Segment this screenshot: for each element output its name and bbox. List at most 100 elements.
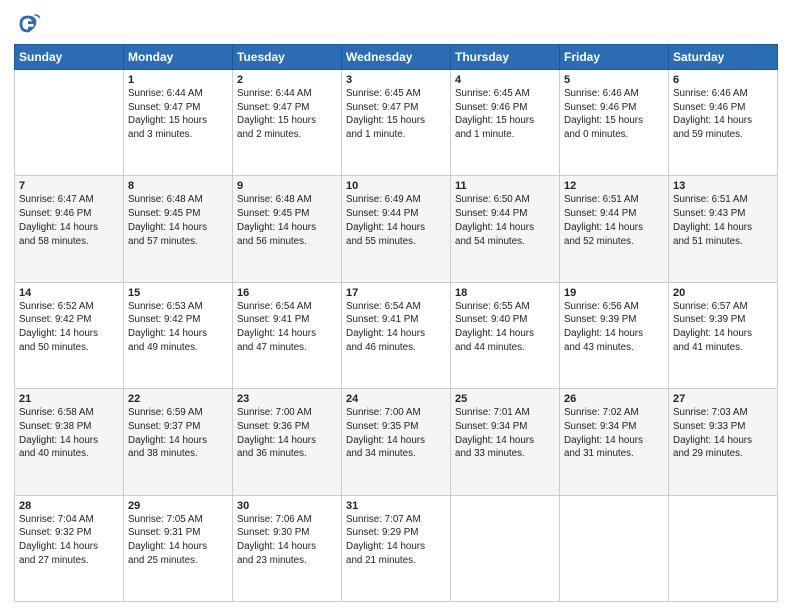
day-info: Sunrise: 6:53 AM Sunset: 9:42 PM Dayligh… [128,300,228,355]
day-info: Sunrise: 7:01 AM Sunset: 9:34 PM Dayligh… [455,406,555,461]
calendar-cell: 31Sunrise: 7:07 AM Sunset: 9:29 PM Dayli… [342,495,451,601]
day-number: 21 [19,393,119,405]
calendar-cell: 27Sunrise: 7:03 AM Sunset: 9:33 PM Dayli… [669,389,778,495]
calendar-cell: 19Sunrise: 6:56 AM Sunset: 9:39 PM Dayli… [560,282,669,388]
calendar-cell: 6Sunrise: 6:46 AM Sunset: 9:46 PM Daylig… [669,70,778,176]
calendar-table: SundayMondayTuesdayWednesdayThursdayFrid… [14,44,778,602]
day-info: Sunrise: 7:00 AM Sunset: 9:36 PM Dayligh… [237,406,337,461]
weekday-header: Wednesday [342,45,451,70]
weekday-header: Monday [124,45,233,70]
calendar-week-row: 28Sunrise: 7:04 AM Sunset: 9:32 PM Dayli… [15,495,778,601]
day-info: Sunrise: 6:54 AM Sunset: 9:41 PM Dayligh… [237,300,337,355]
day-info: Sunrise: 7:07 AM Sunset: 9:29 PM Dayligh… [346,513,446,568]
day-info: Sunrise: 6:59 AM Sunset: 9:37 PM Dayligh… [128,406,228,461]
calendar-cell: 2Sunrise: 6:44 AM Sunset: 9:47 PM Daylig… [233,70,342,176]
weekday-header: Tuesday [233,45,342,70]
day-info: Sunrise: 6:46 AM Sunset: 9:46 PM Dayligh… [673,87,773,142]
calendar-week-row: 14Sunrise: 6:52 AM Sunset: 9:42 PM Dayli… [15,282,778,388]
day-info: Sunrise: 6:57 AM Sunset: 9:39 PM Dayligh… [673,300,773,355]
header [14,10,778,38]
calendar-week-row: 7Sunrise: 6:47 AM Sunset: 9:46 PM Daylig… [15,176,778,282]
day-number: 3 [346,74,446,86]
day-info: Sunrise: 6:44 AM Sunset: 9:47 PM Dayligh… [128,87,228,142]
day-number: 23 [237,393,337,405]
day-number: 26 [564,393,664,405]
calendar-week-row: 1Sunrise: 6:44 AM Sunset: 9:47 PM Daylig… [15,70,778,176]
day-number: 17 [346,287,446,299]
calendar-cell [451,495,560,601]
calendar-week-row: 21Sunrise: 6:58 AM Sunset: 9:38 PM Dayli… [15,389,778,495]
calendar-header-row: SundayMondayTuesdayWednesdayThursdayFrid… [15,45,778,70]
day-number: 7 [19,180,119,192]
day-number: 29 [128,500,228,512]
day-number: 25 [455,393,555,405]
day-number: 31 [346,500,446,512]
calendar-cell: 8Sunrise: 6:48 AM Sunset: 9:45 PM Daylig… [124,176,233,282]
day-info: Sunrise: 6:46 AM Sunset: 9:46 PM Dayligh… [564,87,664,142]
logo-icon [14,10,42,38]
day-info: Sunrise: 6:50 AM Sunset: 9:44 PM Dayligh… [455,193,555,248]
day-info: Sunrise: 7:06 AM Sunset: 9:30 PM Dayligh… [237,513,337,568]
day-info: Sunrise: 6:48 AM Sunset: 9:45 PM Dayligh… [128,193,228,248]
day-info: Sunrise: 6:47 AM Sunset: 9:46 PM Dayligh… [19,193,119,248]
calendar-cell: 11Sunrise: 6:50 AM Sunset: 9:44 PM Dayli… [451,176,560,282]
day-info: Sunrise: 6:54 AM Sunset: 9:41 PM Dayligh… [346,300,446,355]
calendar-cell [669,495,778,601]
day-number: 8 [128,180,228,192]
day-number: 6 [673,74,773,86]
weekday-header: Friday [560,45,669,70]
calendar-cell: 23Sunrise: 7:00 AM Sunset: 9:36 PM Dayli… [233,389,342,495]
day-info: Sunrise: 7:04 AM Sunset: 9:32 PM Dayligh… [19,513,119,568]
calendar-cell: 29Sunrise: 7:05 AM Sunset: 9:31 PM Dayli… [124,495,233,601]
calendar-cell: 20Sunrise: 6:57 AM Sunset: 9:39 PM Dayli… [669,282,778,388]
calendar-cell: 3Sunrise: 6:45 AM Sunset: 9:47 PM Daylig… [342,70,451,176]
day-info: Sunrise: 6:45 AM Sunset: 9:47 PM Dayligh… [346,87,446,142]
day-number: 22 [128,393,228,405]
day-info: Sunrise: 6:58 AM Sunset: 9:38 PM Dayligh… [19,406,119,461]
day-number: 9 [237,180,337,192]
calendar-cell [560,495,669,601]
day-info: Sunrise: 6:48 AM Sunset: 9:45 PM Dayligh… [237,193,337,248]
day-info: Sunrise: 7:02 AM Sunset: 9:34 PM Dayligh… [564,406,664,461]
calendar-cell: 4Sunrise: 6:45 AM Sunset: 9:46 PM Daylig… [451,70,560,176]
calendar-cell: 1Sunrise: 6:44 AM Sunset: 9:47 PM Daylig… [124,70,233,176]
calendar-cell: 17Sunrise: 6:54 AM Sunset: 9:41 PM Dayli… [342,282,451,388]
calendar-cell: 14Sunrise: 6:52 AM Sunset: 9:42 PM Dayli… [15,282,124,388]
logo [14,10,46,38]
day-number: 20 [673,287,773,299]
weekday-header: Sunday [15,45,124,70]
calendar-cell: 9Sunrise: 6:48 AM Sunset: 9:45 PM Daylig… [233,176,342,282]
day-info: Sunrise: 7:03 AM Sunset: 9:33 PM Dayligh… [673,406,773,461]
calendar-cell: 10Sunrise: 6:49 AM Sunset: 9:44 PM Dayli… [342,176,451,282]
day-info: Sunrise: 6:51 AM Sunset: 9:44 PM Dayligh… [564,193,664,248]
calendar-cell: 25Sunrise: 7:01 AM Sunset: 9:34 PM Dayli… [451,389,560,495]
day-number: 1 [128,74,228,86]
calendar-cell: 21Sunrise: 6:58 AM Sunset: 9:38 PM Dayli… [15,389,124,495]
calendar-cell: 30Sunrise: 7:06 AM Sunset: 9:30 PM Dayli… [233,495,342,601]
day-info: Sunrise: 6:55 AM Sunset: 9:40 PM Dayligh… [455,300,555,355]
day-number: 14 [19,287,119,299]
calendar-cell: 22Sunrise: 6:59 AM Sunset: 9:37 PM Dayli… [124,389,233,495]
calendar-cell: 24Sunrise: 7:00 AM Sunset: 9:35 PM Dayli… [342,389,451,495]
weekday-header: Thursday [451,45,560,70]
day-number: 10 [346,180,446,192]
day-info: Sunrise: 7:00 AM Sunset: 9:35 PM Dayligh… [346,406,446,461]
day-number: 18 [455,287,555,299]
day-info: Sunrise: 7:05 AM Sunset: 9:31 PM Dayligh… [128,513,228,568]
calendar-cell [15,70,124,176]
calendar-cell: 13Sunrise: 6:51 AM Sunset: 9:43 PM Dayli… [669,176,778,282]
day-number: 28 [19,500,119,512]
day-number: 16 [237,287,337,299]
day-info: Sunrise: 6:49 AM Sunset: 9:44 PM Dayligh… [346,193,446,248]
day-info: Sunrise: 6:51 AM Sunset: 9:43 PM Dayligh… [673,193,773,248]
day-info: Sunrise: 6:52 AM Sunset: 9:42 PM Dayligh… [19,300,119,355]
day-info: Sunrise: 6:45 AM Sunset: 9:46 PM Dayligh… [455,87,555,142]
calendar-cell: 12Sunrise: 6:51 AM Sunset: 9:44 PM Dayli… [560,176,669,282]
calendar-cell: 28Sunrise: 7:04 AM Sunset: 9:32 PM Dayli… [15,495,124,601]
day-number: 4 [455,74,555,86]
calendar-cell: 5Sunrise: 6:46 AM Sunset: 9:46 PM Daylig… [560,70,669,176]
calendar-cell: 7Sunrise: 6:47 AM Sunset: 9:46 PM Daylig… [15,176,124,282]
day-number: 30 [237,500,337,512]
calendar-cell: 16Sunrise: 6:54 AM Sunset: 9:41 PM Dayli… [233,282,342,388]
day-number: 11 [455,180,555,192]
